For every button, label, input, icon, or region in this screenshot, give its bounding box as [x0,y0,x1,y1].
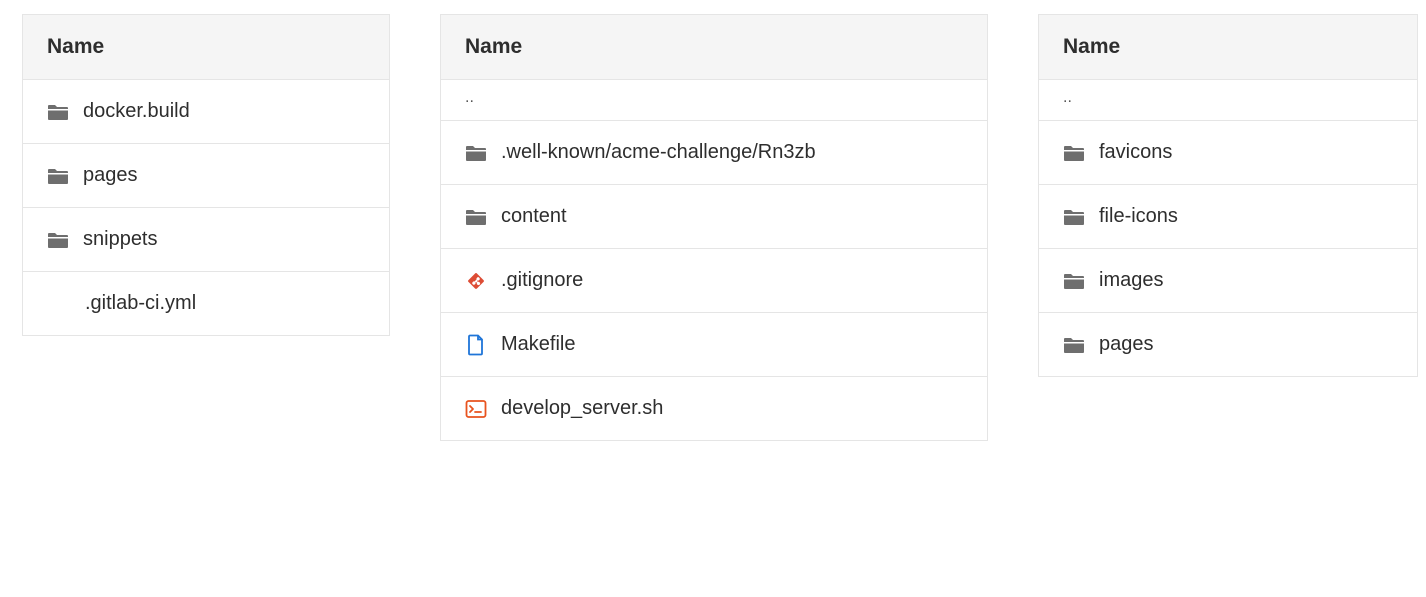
file-row[interactable]: file-icons [1039,185,1417,249]
folder-icon [1063,143,1085,163]
parent-directory-row[interactable]: .. [441,80,987,121]
file-name: .well-known/acme-challenge/Rn3zb [501,141,816,164]
folder-icon [1063,271,1085,291]
column-header-name: Name [1039,15,1417,80]
column-header-name: Name [23,15,389,80]
file-row[interactable]: develop_server.sh [441,377,987,440]
file-name: snippets [83,228,158,251]
folder-icon [465,207,487,227]
file-name: file-icons [1099,205,1178,228]
folder-icon [47,166,69,186]
git-icon [465,271,487,291]
parent-directory-row[interactable]: .. [1039,80,1417,121]
file-row[interactable]: .gitlab-ci.yml [23,272,389,335]
file-row[interactable]: .well-known/acme-challenge/Rn3zb [441,121,987,185]
file-row[interactable]: pages [1039,313,1417,376]
file-name: pages [83,164,138,187]
file-row[interactable]: images [1039,249,1417,313]
file-name: develop_server.sh [501,397,663,420]
file-panel-1: Name docker.build pages snippets .gitlab… [22,14,390,336]
file-row[interactable]: docker.build [23,80,389,144]
file-icon [465,335,487,355]
folder-icon [1063,335,1085,355]
folder-icon [47,102,69,122]
file-name: images [1099,269,1163,292]
file-panel-3: Name .. favicons file-icons images pages [1038,14,1418,377]
folder-icon [465,143,487,163]
file-name: .gitlab-ci.yml [85,292,196,315]
file-name: favicons [1099,141,1172,164]
file-name: .gitignore [501,269,583,292]
file-row[interactable]: pages [23,144,389,208]
file-name: .. [465,94,474,102]
file-row[interactable]: .gitignore [441,249,987,313]
shell-icon [465,399,487,419]
file-row[interactable]: favicons [1039,121,1417,185]
file-name: pages [1099,333,1154,356]
file-row[interactable]: Makefile [441,313,987,377]
file-name: .. [1063,94,1072,102]
folder-icon [47,230,69,250]
file-name: docker.build [83,100,190,123]
file-name: Makefile [501,333,575,356]
column-header-name: Name [441,15,987,80]
file-row[interactable]: content [441,185,987,249]
file-row[interactable]: snippets [23,208,389,272]
file-panel-2: Name .. .well-known/acme-challenge/Rn3zb… [440,14,988,441]
file-name: content [501,205,567,228]
folder-icon [1063,207,1085,227]
